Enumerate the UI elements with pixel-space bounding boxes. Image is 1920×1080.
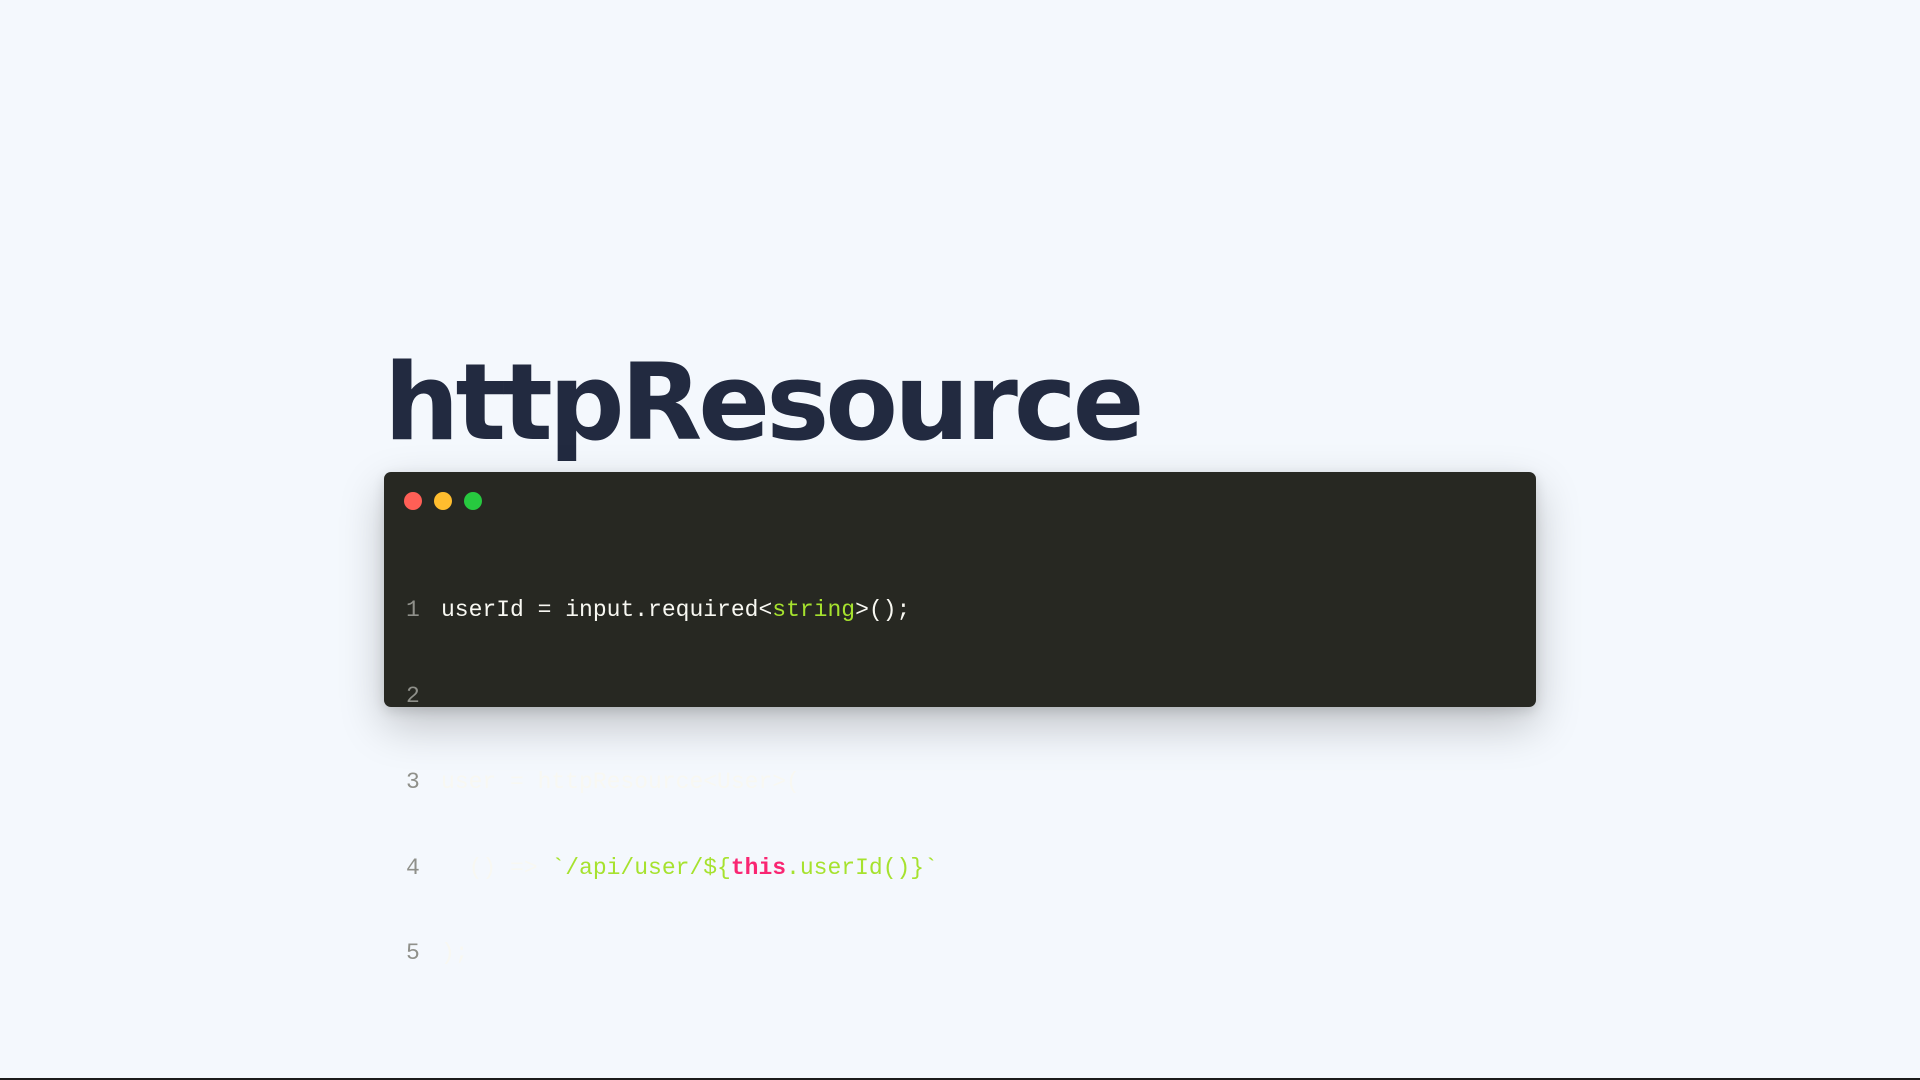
slide: httpResource 1 userId = input.required<st… — [0, 0, 1920, 1078]
code-window: 1 userId = input.required<string>(); 2 3u… — [384, 472, 1536, 966]
line-number: 4 — [406, 854, 420, 881]
code-token: this — [730, 854, 787, 881]
code-line: 2 — [406, 682, 938, 711]
minimize-dot-icon[interactable] — [434, 492, 452, 510]
line-number: 5 — [406, 940, 420, 967]
code-token: >(); — [855, 597, 911, 624]
code-token: .userId()}` — [786, 854, 938, 881]
close-dot-icon[interactable] — [404, 492, 422, 510]
code-block: 1 userId = input.required<string>(); 2 3u… — [406, 539, 938, 1025]
code-token: userId = input.required< — [441, 597, 773, 624]
maximize-dot-icon[interactable] — [464, 492, 482, 510]
line-number: 3 — [406, 768, 420, 795]
code-token: `/api/user/${ — [551, 854, 731, 881]
page-title: httpResource — [384, 341, 1145, 464]
code-line: 1 userId = input.required<string>(); — [406, 596, 938, 625]
code-token: () => — [441, 854, 552, 881]
code-token: ); — [441, 940, 469, 967]
line-number: 1 — [406, 597, 420, 624]
code-line: 5); — [406, 939, 938, 968]
window-controls — [404, 492, 482, 510]
code-line: 3 user = httpResource<User>( — [406, 768, 938, 797]
line-number: 2 — [406, 682, 420, 709]
code-token: string — [772, 597, 856, 624]
code-line: 4 () => `/api/user/${this.userId()}` — [406, 854, 938, 883]
code-token: user = httpResource<User>( — [441, 768, 800, 795]
